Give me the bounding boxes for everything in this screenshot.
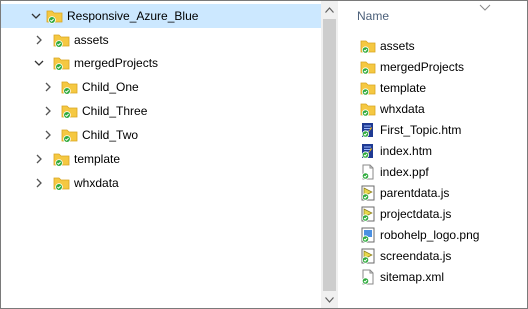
tree-item-child-three[interactable]: Child_Three: [1, 99, 321, 123]
file-list-item[interactable]: mergedProjects: [339, 56, 527, 77]
synced-folder-icon: [61, 103, 79, 119]
htm-file-icon: [360, 143, 376, 159]
synced-folder-icon: [53, 151, 71, 167]
tree-item-label: Child_One: [82, 80, 139, 94]
chevron-right-icon[interactable]: [33, 34, 45, 46]
file-list-item-label: First_Topic.htm: [380, 122, 462, 137]
scroll-up-arrow-icon[interactable]: [321, 1, 338, 18]
synced-folder-icon: [61, 79, 79, 95]
file-list-item[interactable]: index.ppf: [339, 161, 527, 182]
synced-folder-icon: [53, 32, 71, 48]
chevron-right-icon[interactable]: [33, 153, 45, 165]
file-list-item[interactable]: template: [339, 77, 527, 98]
chevron-right-icon[interactable]: [42, 105, 54, 117]
file-list-item-label: mergedProjects: [380, 59, 465, 74]
file-list-item-label: screendata.js: [380, 248, 452, 263]
synced-folder-icon: [53, 55, 71, 71]
file-list-item[interactable]: index.htm: [339, 140, 527, 161]
chevron-down-icon[interactable]: [30, 10, 42, 22]
tree-item-child-one[interactable]: Child_One: [1, 75, 321, 99]
js-file-icon: [360, 206, 376, 222]
tree-item-assets[interactable]: assets: [1, 28, 321, 52]
png-file-icon: [360, 227, 376, 243]
folder-icon: [360, 38, 376, 54]
tree-item-child-two[interactable]: Child_Two: [1, 123, 321, 147]
file-list-item[interactable]: parentdata.js: [339, 182, 527, 203]
navigation-tree: Responsive_Azure_Blue assets mergedProje…: [1, 1, 321, 308]
chevron-down-icon[interactable]: [33, 57, 45, 69]
tree-item-label: whxdata: [74, 176, 119, 190]
file-list-item[interactable]: whxdata: [339, 98, 527, 119]
generic-file-icon: [360, 164, 376, 180]
tree-item-label: Responsive_Azure_Blue: [67, 9, 199, 23]
js-file-icon: [360, 185, 376, 201]
folder-icon: [360, 59, 376, 75]
file-list-item[interactable]: First_Topic.htm: [339, 119, 527, 140]
file-list-item-label: index.htm: [380, 143, 433, 158]
tree-item-label: mergedProjects: [74, 56, 159, 70]
scrollbar-thumb[interactable]: [323, 19, 336, 291]
synced-folder-icon: [61, 127, 79, 143]
folder-icon: [360, 101, 376, 117]
file-list-item-label: index.ppf: [380, 164, 429, 179]
tree-item-mergedprojects[interactable]: mergedProjects: [1, 51, 321, 75]
generic-file-icon: [360, 269, 376, 285]
scroll-down-arrow-icon[interactable]: [321, 291, 338, 308]
chevron-right-icon[interactable]: [33, 177, 45, 189]
tree-item-label: Child_Two: [82, 128, 139, 142]
chevron-right-icon[interactable]: [42, 129, 54, 141]
file-list-item-label: whxdata: [380, 101, 425, 116]
file-list-item[interactable]: assets: [339, 35, 527, 56]
file-list-item[interactable]: sitemap.xml: [339, 266, 527, 287]
file-explorer-window: Responsive_Azure_Blue assets mergedProje…: [0, 0, 528, 309]
chevron-right-icon[interactable]: [42, 81, 54, 93]
file-list: Name assets mergedProjects template whxdata…: [339, 1, 527, 308]
file-list-item-label: parentdata.js: [380, 185, 450, 200]
name-column-header[interactable]: Name: [357, 9, 389, 23]
tree-item-label: assets: [74, 33, 109, 47]
file-list-item-label: assets: [380, 38, 415, 53]
js-file-icon: [360, 248, 376, 264]
tree-scrollbar[interactable]: [321, 1, 338, 308]
file-list-item[interactable]: robohelp_logo.png: [339, 224, 527, 245]
synced-folder-icon: [46, 8, 64, 24]
folder-icon: [360, 80, 376, 96]
file-list-item[interactable]: projectdata.js: [339, 203, 527, 224]
tree-item-template[interactable]: template: [1, 147, 321, 171]
file-list-item-label: sitemap.xml: [380, 269, 445, 284]
htm-file-icon: [360, 122, 376, 138]
tree-item-label: Child_Three: [82, 104, 148, 118]
file-list-item-label: template: [380, 80, 427, 95]
synced-folder-icon: [53, 175, 71, 191]
file-list-item-label: robohelp_logo.png: [380, 227, 480, 242]
tree-item-label: template: [74, 152, 121, 166]
file-list-item-label: projectdata.js: [380, 206, 452, 221]
tree-item-whxdata[interactable]: whxdata: [1, 171, 321, 195]
file-list-item[interactable]: screendata.js: [339, 245, 527, 266]
tree-item-responsive-azure-blue[interactable]: Responsive_Azure_Blue: [1, 4, 321, 28]
sort-chevron-icon[interactable]: [479, 1, 491, 11]
